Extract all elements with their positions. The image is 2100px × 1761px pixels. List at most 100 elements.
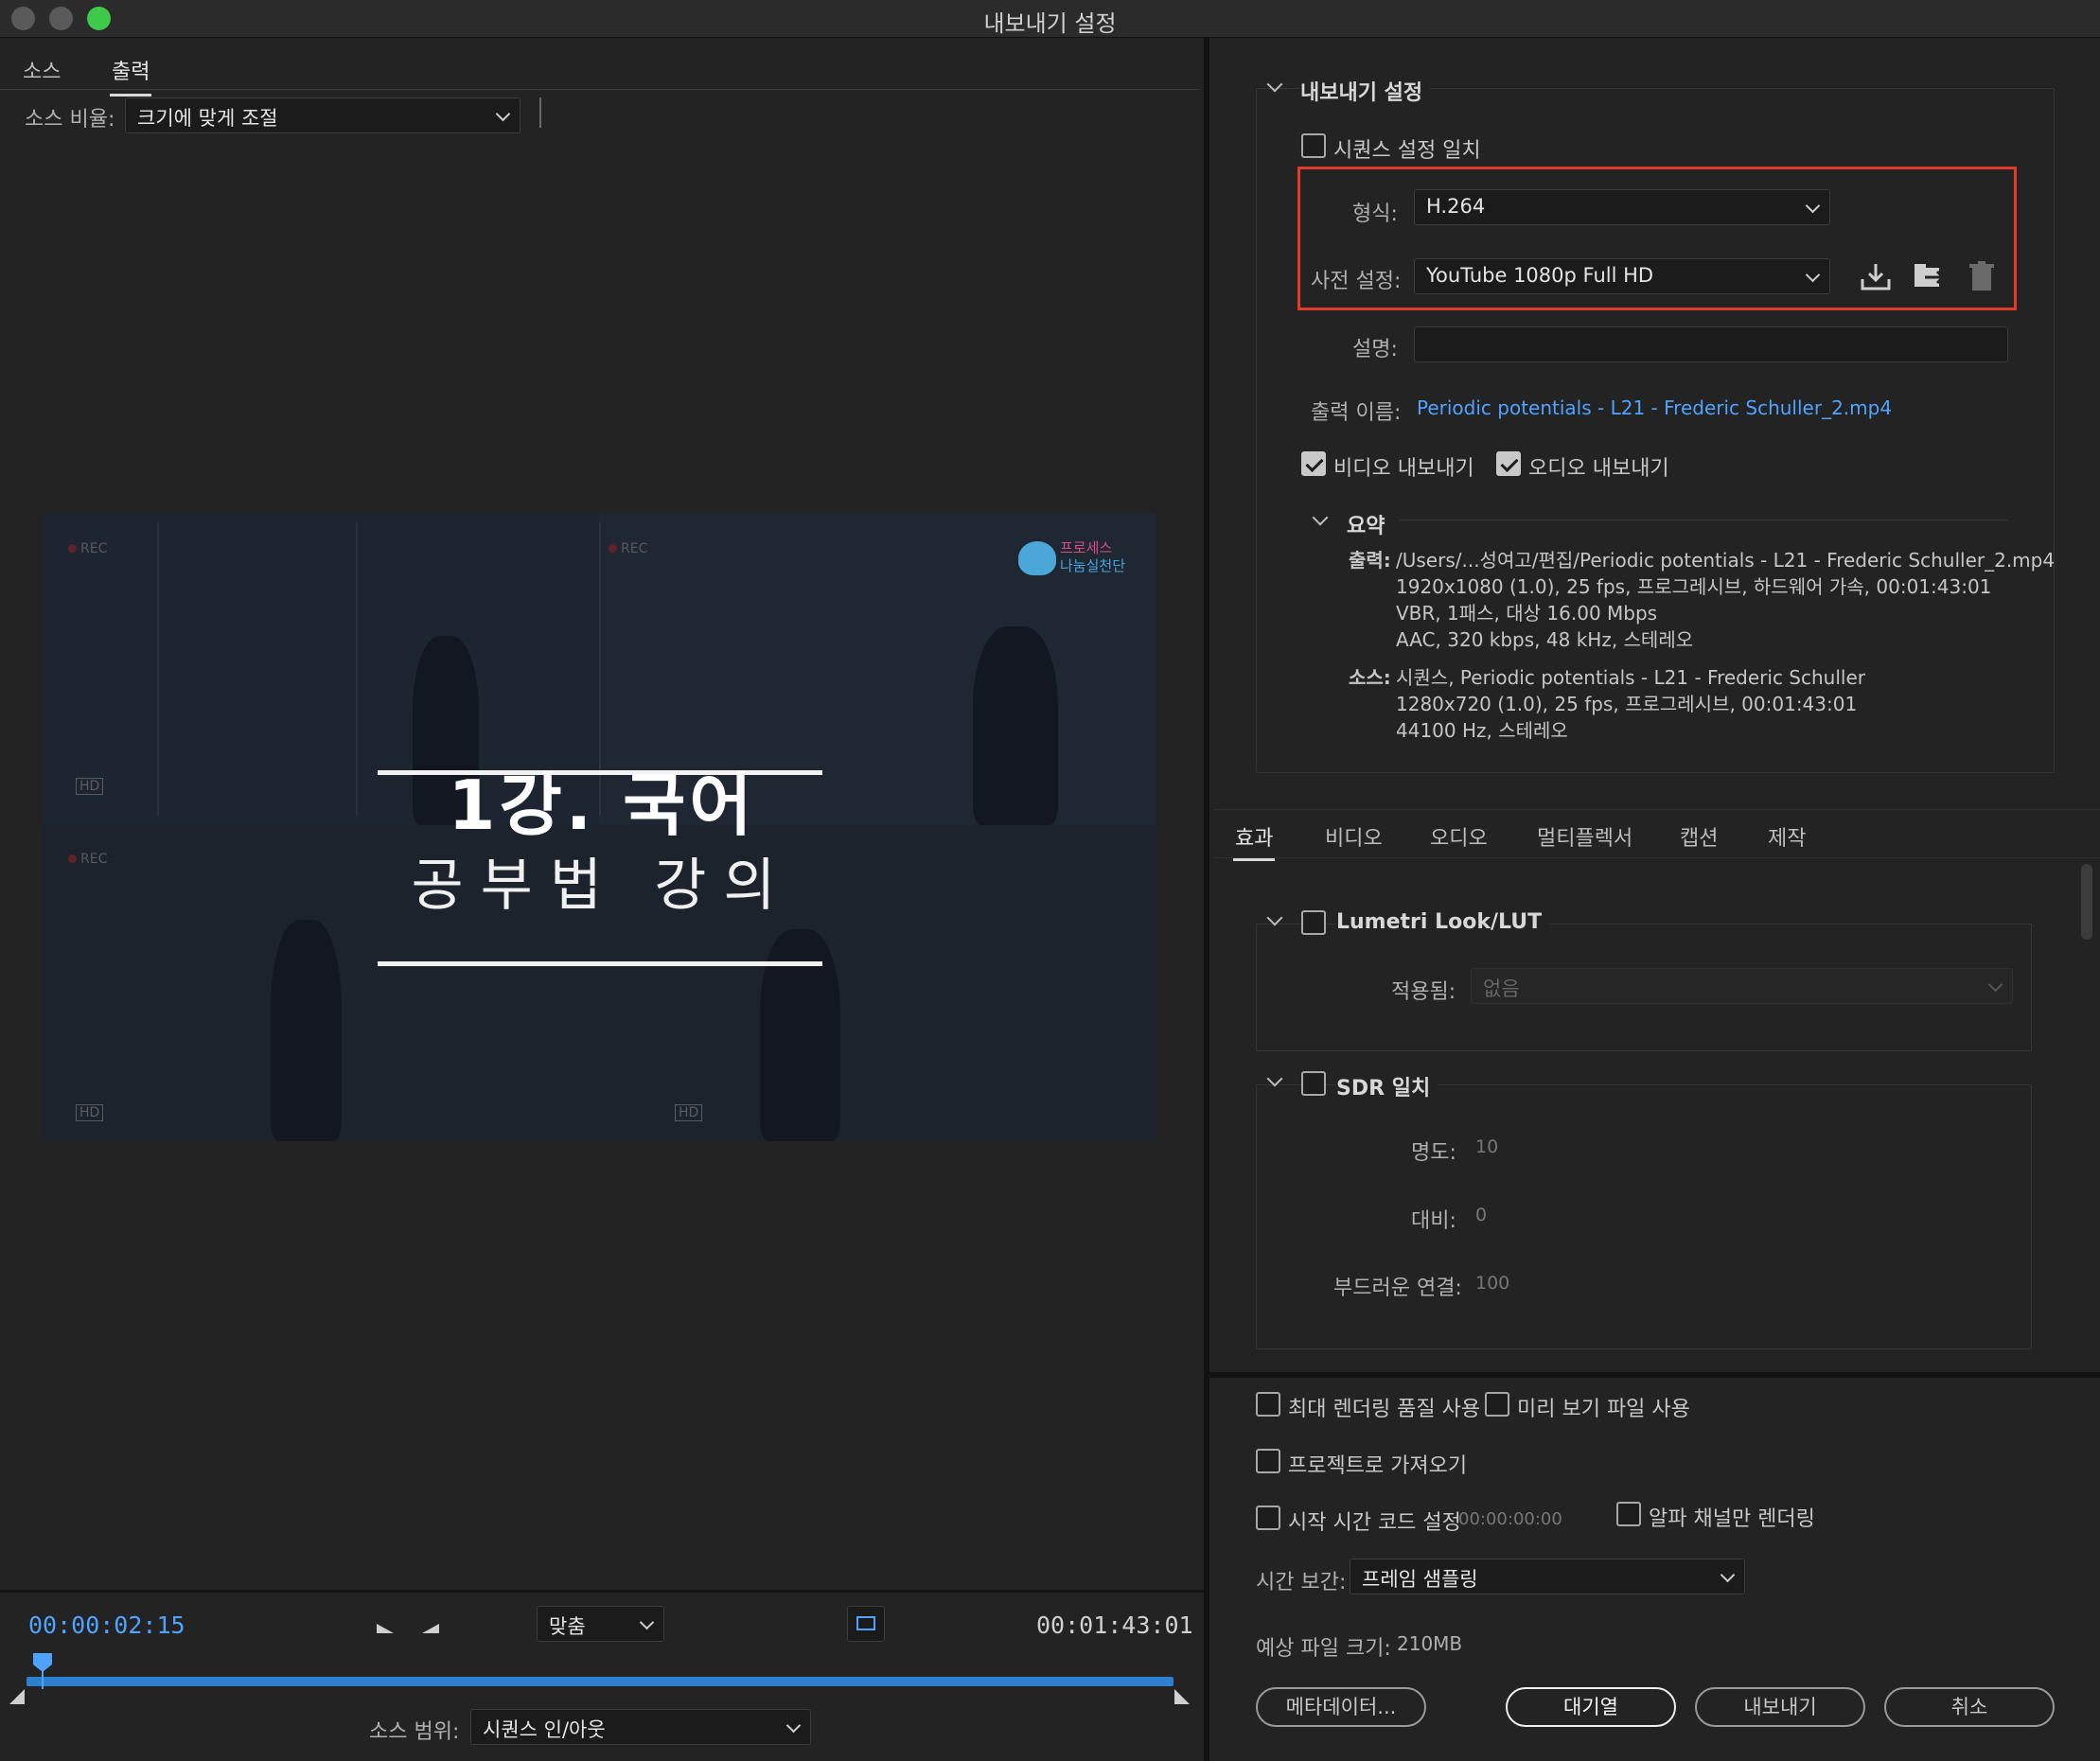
output-name-label: 출력 이름: [1311,401,1402,425]
applied-label: 적용됨: [1391,980,1456,1004]
out-point-marker[interactable] [1174,1689,1190,1704]
queue-button[interactable]: 대기열 [1506,1687,1676,1727]
start-timecode-checkbox[interactable] [1256,1506,1280,1530]
summary-output-label: 출력: [1349,549,1391,572]
source-ratio-value: 크기에 맞게 조절 [137,107,278,130]
summary-output-line: VBR, 1패스, 대상 16.00 Mbps [1396,602,1658,625]
source-ratio-label: 소스 비율: [25,108,115,132]
summary-output-line: /Users/...성여고/편집/Periodic potentials - L… [1396,549,2056,572]
tab-source[interactable]: 소스 [23,55,61,85]
comment-field[interactable] [1414,326,2008,362]
channel-logo: 프로세스 나눔실천단 [1018,524,1151,590]
source-range-value: 시퀀스 인/아웃 [483,1718,606,1741]
export-video-checkbox[interactable] [1301,451,1326,476]
aspect-toggle-button[interactable] [847,1606,885,1642]
tab-captions[interactable]: 캡션 [1680,821,1718,852]
scrollbar-thumb[interactable] [2081,864,2092,940]
tab-multiplexer[interactable]: 멀티플렉서 [1537,821,1632,852]
tab-output[interactable]: 출력 [109,55,152,97]
import-into-project-label: 프로젝트로 가져오기 [1288,1454,1468,1478]
preview-title: 1강. 국어 [448,766,756,845]
format-label: 형식: [1352,203,1398,226]
render-alpha-checkbox[interactable] [1616,1502,1641,1526]
brightness-label: 명도: [1411,1141,1456,1165]
brightness-value[interactable]: 10 [1475,1136,1498,1157]
tab-publish[interactable]: 제작 [1768,821,1806,852]
save-preset-icon[interactable] [1859,260,1893,292]
total-duration: 00:01:43:01 [1036,1611,1193,1639]
format-value: H.264 [1426,195,1486,218]
tab-divider [0,89,1200,90]
sdr-checkbox[interactable] [1301,1071,1326,1096]
lumetri-header: Lumetri Look/LUT [1336,910,1550,934]
export-video-label: 비디오 내보내기 [1333,457,1474,481]
start-timecode-value: 00:00:00:00 [1458,1509,1562,1529]
zoom-fit-value: 맞춤 [549,1615,586,1638]
cancel-button[interactable]: 취소 [1884,1687,2055,1727]
in-point-marker[interactable] [9,1689,25,1704]
source-range-label: 소스 범위: [369,1720,460,1744]
lumetri-checkbox[interactable] [1301,910,1326,935]
chevron-down-icon [1987,977,2003,993]
applied-dropdown: 없음 [1471,968,2013,1004]
preset-value: YouTube 1080p Full HD [1426,264,1654,287]
current-timecode[interactable]: 00:00:02:15 [28,1611,185,1639]
zoom-fit-dropdown[interactable]: 맞춤 [537,1606,664,1642]
source-range-dropdown[interactable]: 시퀀스 인/아웃 [470,1709,811,1745]
contrast-value[interactable]: 0 [1475,1205,1487,1225]
set-in-point-icon[interactable] [377,1614,394,1633]
source-ratio-dropdown[interactable]: 크기에 맞게 조절 [125,97,521,133]
contrast-label: 대비: [1411,1209,1456,1233]
timeline-track[interactable] [26,1677,1174,1686]
logo-text: 나눔실천단 [1060,557,1126,574]
aspect-icon [856,1616,875,1630]
title-bar: 내보내기 설정 [0,0,2100,38]
applied-value: 없음 [1483,977,1520,1000]
video-preview: REC HD REC REC HD HD 프로세스 나눔실천단 1강. 국어 공… [44,513,1156,1141]
summary-output-line: AAC, 320 kbps, 48 kHz, 스테레오 [1396,628,1694,651]
export-button[interactable]: 내보내기 [1695,1687,1865,1727]
format-dropdown[interactable]: H.264 [1414,189,1830,225]
export-settings-header: 내보내기 설정 [1300,76,1431,106]
time-interpolation-value: 프레임 샘플링 [1362,1568,1478,1591]
export-audio-label: 오디오 내보내기 [1528,457,1669,481]
render-alpha-label: 알파 채널만 렌더링 [1649,1507,1815,1531]
soft-knee-value[interactable]: 100 [1475,1273,1509,1294]
tab-audio[interactable]: 오디오 [1430,821,1488,852]
export-audio-checkbox[interactable] [1496,451,1521,476]
sdr-header: SDR 일치 [1336,1071,1438,1101]
use-previews-label: 미리 보기 파일 사용 [1517,1398,1690,1421]
chevron-down-icon [785,1717,802,1734]
import-into-project-checkbox[interactable] [1256,1449,1280,1473]
soft-knee-label: 부드러운 연결: [1333,1277,1462,1300]
metadata-button[interactable]: 메타데이터... [1256,1687,1426,1727]
delete-preset-icon[interactable] [1965,260,1999,292]
chevron-down-icon [495,106,511,122]
summary-source-label: 소스: [1349,666,1391,689]
title-rule-bottom [378,961,822,966]
summary-source-line: 44100 Hz, 스테레오 [1396,719,1568,742]
time-interpolation-label: 시간 보간: [1256,1571,1347,1594]
summary-header: 요약 [1347,515,1385,538]
preview-subtitle: 공부법 강의 [411,853,793,919]
match-sequence-label: 시퀀스 설정 일치 [1333,139,1481,163]
divider [1213,857,2100,858]
tab-effects[interactable]: 효과 [1232,821,1276,861]
output-name-link[interactable]: Periodic potentials - L21 - Frederic Sch… [1417,396,1892,419]
max-render-quality-checkbox[interactable] [1256,1392,1280,1417]
start-timecode-label: 시작 시간 코드 설정 [1288,1511,1461,1535]
time-interpolation-dropdown[interactable]: 프레임 샘플링 [1350,1558,1745,1594]
match-sequence-checkbox[interactable] [1301,133,1326,158]
use-previews-checkbox[interactable] [1485,1392,1509,1417]
sdr-section [1256,1084,2032,1349]
import-preset-icon[interactable] [1912,260,1946,292]
chevron-down-icon [639,1614,655,1630]
divider [1399,519,2008,520]
set-out-point-icon[interactable] [422,1614,439,1633]
chevron-down-icon [1720,1567,1736,1583]
max-render-quality-label: 최대 렌더링 품질 사용 [1288,1398,1481,1421]
preset-dropdown[interactable]: YouTube 1080p Full HD [1414,258,1830,294]
preset-label: 사전 설정: [1311,270,1402,293]
hand-logo-icon [1018,541,1056,575]
tab-video[interactable]: 비디오 [1325,821,1383,852]
